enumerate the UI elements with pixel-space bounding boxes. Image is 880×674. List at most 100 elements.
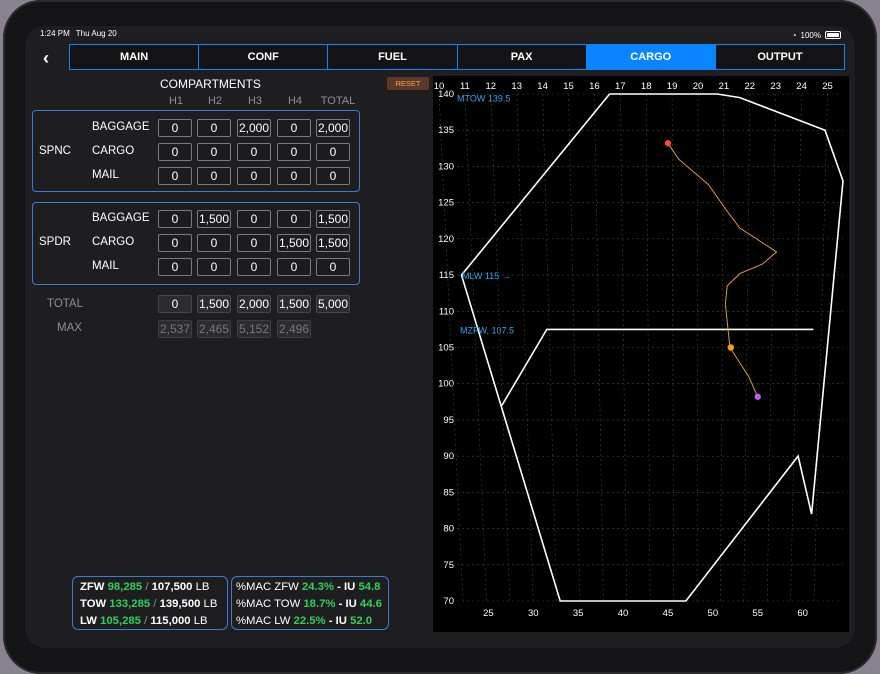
- lw-value: 105,285: [100, 615, 141, 627]
- spdr-mail-h2[interactable]: 0: [197, 258, 231, 276]
- tab-bar: MAIN CONF FUEL PAX CARGO OUTPUT: [69, 44, 845, 70]
- top-tick-label: 10: [434, 81, 445, 92]
- spnc-cargo-h1[interactable]: 0: [158, 143, 192, 161]
- cg-point-lw: [727, 344, 734, 351]
- weights-summary: ZFW 98,285 / 107,500 LB TOW 133,285 / 13…: [72, 576, 228, 630]
- tab-main[interactable]: MAIN: [70, 45, 199, 69]
- column-header-h4: H4: [287, 95, 303, 107]
- battery-icon: [825, 31, 841, 39]
- mac-lw-iu-label: - IU: [328, 615, 347, 627]
- spnc-baggage-h4[interactable]: 0: [277, 119, 311, 137]
- reset-button[interactable]: RESET: [387, 77, 429, 90]
- y-tick-label: 100: [438, 379, 454, 390]
- limit-label: MTOW 139.5: [457, 94, 510, 104]
- spnc-mail-h3[interactable]: 0: [237, 167, 271, 185]
- spnc-mail-h4[interactable]: 0: [277, 167, 311, 185]
- spdr-mail-total: 0: [316, 258, 350, 276]
- zfw-separator: /: [145, 581, 149, 593]
- spdr-cargo-h3[interactable]: 0: [237, 234, 271, 252]
- spdr-cargo-h4[interactable]: 1,500: [277, 234, 311, 252]
- total-h4: 1,500: [277, 295, 311, 313]
- top-tick-label: 24: [796, 81, 807, 92]
- max-h4: 2,496: [277, 320, 311, 338]
- y-tick-label: 125: [438, 198, 454, 209]
- spnc-cargo-total: 0: [316, 143, 350, 161]
- total-h2: 1,500: [197, 295, 231, 313]
- spnc-baggage-h2[interactable]: 0: [197, 119, 231, 137]
- total-h1: 0: [158, 295, 192, 313]
- tab-conf[interactable]: CONF: [198, 45, 328, 69]
- spnc-baggage-h3[interactable]: 2,000: [237, 119, 271, 137]
- chevron-left-icon[interactable]: ‹: [43, 48, 49, 69]
- spnc-cargo-h2[interactable]: 0: [197, 143, 231, 161]
- mac-tow-iu-label: - IU: [338, 598, 357, 610]
- mac-tow-prefix: %MAC TOW: [236, 598, 301, 610]
- mac-lw-iu: 52.0: [350, 615, 373, 627]
- tow-separator: /: [153, 598, 157, 610]
- group-label-spdr: SPDR: [39, 236, 71, 248]
- grid-line-fan: [813, 93, 828, 602]
- top-tick-label: 25: [822, 81, 833, 92]
- tow-line: TOW 133,285 / 139,500 LB: [80, 596, 227, 613]
- column-header-h2: H2: [207, 95, 223, 107]
- spnc-baggage-h1[interactable]: 0: [158, 119, 192, 137]
- total-row-label: TOTAL: [47, 298, 83, 310]
- top-tick-label: 18: [641, 81, 652, 92]
- tow-unit: LB: [203, 598, 218, 610]
- zfw-limit: 107,500: [151, 581, 193, 593]
- zfw-value: 98,285: [107, 581, 143, 593]
- top-tick-label: 11: [460, 81, 470, 92]
- spdr-cargo-h1[interactable]: 0: [158, 234, 192, 252]
- column-header-h3: H3: [247, 95, 263, 107]
- top-tick-label: 23: [770, 81, 781, 92]
- top-tick-label: 17: [615, 81, 626, 92]
- compartments-title: COMPARTMENTS: [160, 77, 261, 91]
- spdr-baggage-h4[interactable]: 0: [277, 210, 311, 228]
- spdr-baggage-h3[interactable]: 0: [237, 210, 271, 228]
- tab-cargo[interactable]: CARGO: [585, 45, 715, 69]
- spdr-mail-h1[interactable]: 0: [158, 258, 192, 276]
- top-tick-label: 15: [563, 81, 574, 92]
- group-label-spnc: SPNC: [39, 145, 71, 157]
- spnc-mail-h2[interactable]: 0: [197, 167, 231, 185]
- bottom-tick-label: 35: [573, 608, 584, 619]
- limit-label: MZFW, 107.5: [460, 325, 514, 335]
- max-h2: 2,465: [197, 320, 231, 338]
- spdr-cargo-h2[interactable]: 0: [197, 234, 231, 252]
- y-tick-label: 105: [438, 343, 454, 354]
- limit-label: MLW 115 →: [462, 271, 511, 281]
- mac-tow-line: %MAC TOW 18.7% - IU 44.6: [236, 596, 388, 613]
- column-header-total: TOTAL: [320, 95, 356, 107]
- y-tick-label: 70: [443, 596, 454, 607]
- lw-label: LW: [80, 615, 97, 627]
- spnc-cargo-h4[interactable]: 0: [277, 143, 311, 161]
- mac-summary: %MAC ZFW 24.3% - IU 54.8 %MAC TOW 18.7% …: [231, 576, 389, 630]
- top-tick-label: 20: [693, 81, 704, 92]
- y-tick-label: 110: [439, 306, 454, 317]
- status-bar: 1:24 PM Thu Aug 20 ◔ 100%: [40, 29, 841, 41]
- mac-lw-line: %MAC LW 22.5% - IU 52.0: [236, 613, 388, 630]
- cg-path-line: [667, 143, 778, 398]
- tab-fuel[interactable]: FUEL: [327, 45, 457, 69]
- spdr-baggage-h1[interactable]: 0: [158, 210, 192, 228]
- max-h1: 2,537: [158, 320, 192, 338]
- status-time: 1:24 PM: [40, 29, 70, 38]
- spdr-cargo-total: 1,500: [316, 234, 350, 252]
- spnc-mail-h1[interactable]: 0: [158, 167, 192, 185]
- mac-zfw-iu: 54.8: [358, 581, 381, 593]
- spdr-mail-h4[interactable]: 0: [277, 258, 311, 276]
- mac-lw-pct: 22.5%: [293, 615, 326, 627]
- wifi-icon: ◔: [791, 30, 797, 40]
- cg-envelope-svg: 1401351301251201151101051009590858075701…: [434, 81, 844, 619]
- spdr-mail-h3[interactable]: 0: [237, 258, 271, 276]
- tab-output[interactable]: OUTPUT: [714, 45, 845, 69]
- tow-label: TOW: [80, 598, 107, 610]
- lw-limit: 115,000: [150, 615, 191, 627]
- spdr-baggage-h2[interactable]: 1,500: [197, 210, 231, 228]
- top-tick-label: 12: [486, 81, 497, 92]
- tab-pax[interactable]: PAX: [456, 45, 586, 69]
- grid-line-fan: [542, 93, 557, 602]
- spnc-cargo-h3[interactable]: 0: [237, 143, 271, 161]
- lw-unit: LB: [193, 615, 208, 627]
- mac-tow-iu: 44.6: [359, 598, 382, 610]
